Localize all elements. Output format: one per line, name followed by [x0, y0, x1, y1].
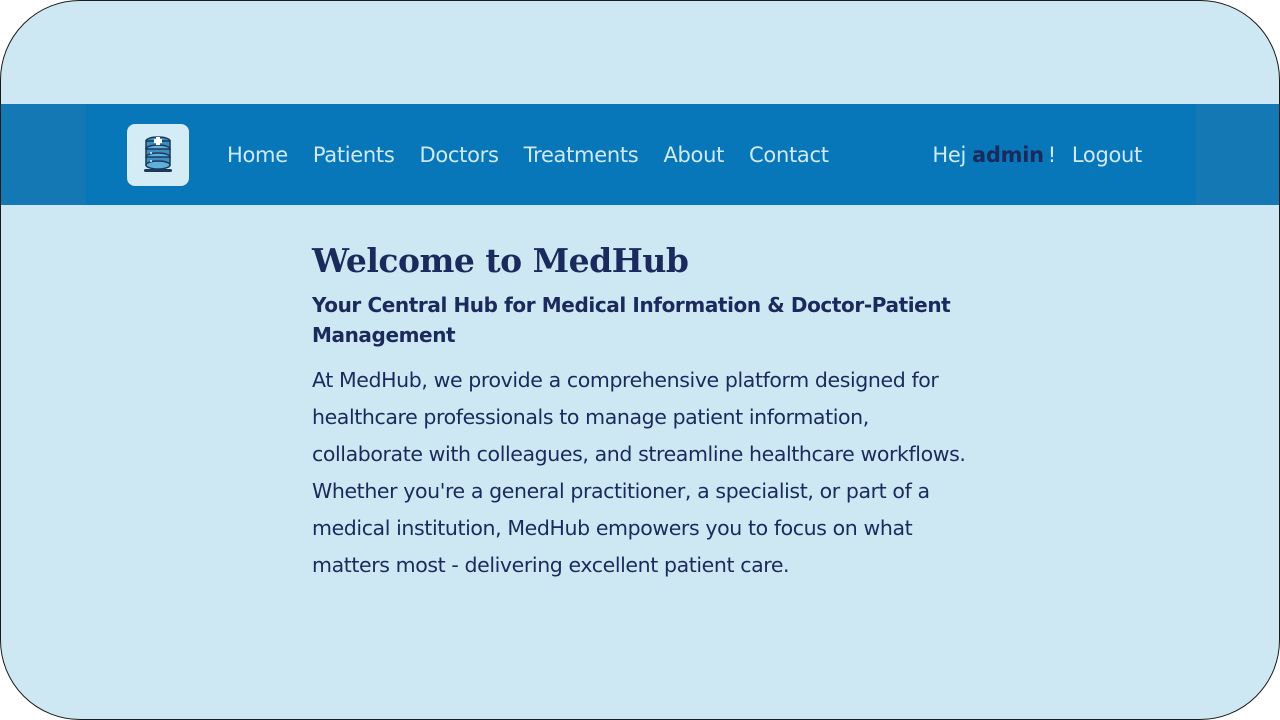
- nav-contact[interactable]: Contact: [749, 143, 829, 167]
- navbar: Home Patients Doctors Treatments About C…: [86, 104, 1196, 205]
- nav-links: Home Patients Doctors Treatments About C…: [227, 104, 854, 205]
- nav-doctors[interactable]: Doctors: [420, 143, 499, 167]
- main-content: Welcome to MedHub Your Central Hub for M…: [312, 241, 977, 584]
- user-area: Hej admin ! Logout: [932, 104, 1142, 205]
- nav-patients[interactable]: Patients: [313, 143, 395, 167]
- username: admin: [972, 142, 1044, 167]
- intro-paragraph: At MedHub, we provide a comprehensive pl…: [312, 368, 966, 577]
- page-frame: Home Patients Doctors Treatments About C…: [0, 0, 1280, 720]
- greeting-text: Hej: [932, 142, 967, 167]
- greeting-exclaim: !: [1047, 142, 1056, 167]
- page-title: Welcome to MedHub: [312, 241, 689, 280]
- nav-about[interactable]: About: [663, 143, 724, 167]
- database-medical-icon: [144, 136, 172, 172]
- nav-treatments[interactable]: Treatments: [524, 143, 639, 167]
- logo[interactable]: [127, 124, 189, 186]
- logout-link[interactable]: Logout: [1072, 143, 1142, 167]
- nav-home[interactable]: Home: [227, 143, 288, 167]
- page-subtitle: Your Central Hub for Medical Information…: [312, 293, 951, 347]
